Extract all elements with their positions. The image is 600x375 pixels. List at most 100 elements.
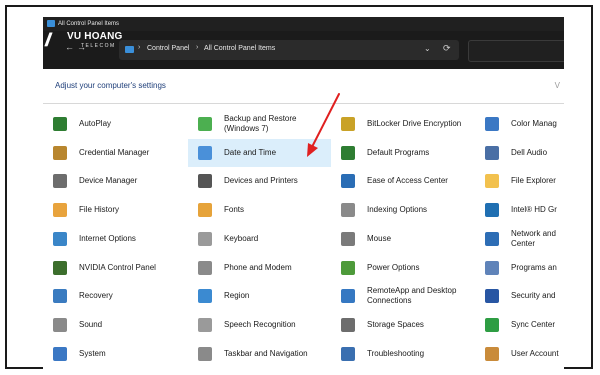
control-panel-item[interactable]: Speech Recognition [188, 311, 331, 339]
control-panel-item[interactable]: Default Programs [331, 139, 475, 167]
control-panel-item[interactable]: Network and Center [475, 225, 564, 253]
control-panel-item[interactable]: Programs an [475, 254, 564, 282]
control-panel-item-label: User Account [511, 348, 559, 358]
breadcrumb-all-items[interactable]: All Control Panel Items [204, 45, 275, 52]
control-panel-item[interactable]: Ease of Access Center [331, 167, 475, 195]
divider [43, 103, 564, 104]
color-management-icon [485, 117, 499, 131]
mouse-icon [341, 231, 355, 246]
watermark-name: VU HOANG [67, 31, 123, 42]
control-panel-item[interactable]: NVIDIA Control Panel [43, 254, 188, 282]
chevron-down-icon[interactable]: ⌄ [424, 44, 431, 53]
control-panel-item[interactable]: Region [188, 282, 331, 310]
control-panel-item-label: Color Manag [511, 119, 557, 128]
refresh-icon[interactable]: ⟳ [443, 43, 451, 54]
control-panel-item[interactable]: Device Manager [43, 167, 188, 195]
intel-graphics-icon [485, 203, 499, 218]
control-panel-item-label: Sound [79, 319, 103, 329]
control-panel-item[interactable]: Sync Center [475, 311, 564, 339]
control-panel-item[interactable]: Dell Audio [475, 139, 564, 167]
control-panel-item-label: Intel® HD Gr [511, 205, 557, 215]
screenshot-frame: All Control Panel Items ← → › Control Pa… [5, 5, 593, 371]
control-panel-item[interactable]: Troubleshooting [331, 340, 475, 368]
control-panel-item-label: Fonts [224, 205, 245, 215]
control-panel-item-label: Taskbar and Navigation [224, 348, 308, 358]
control-panel-item-label: Date and Time [224, 147, 277, 157]
control-panel-item-label: Power Options [367, 262, 420, 272]
control-panel-item[interactable]: Date and Time [188, 138, 331, 167]
control-panel-item-label: Devices and Printers [224, 176, 298, 186]
control-panel-item-label: Troubleshooting [367, 348, 425, 358]
control-panel-item[interactable]: Security and [475, 282, 564, 310]
default-programs-icon [341, 145, 355, 160]
control-panel-item[interactable]: Storage Spaces [331, 311, 475, 339]
control-panel-item-label: Backup and Restore (Windows 7) [224, 114, 297, 133]
device-manager-icon [53, 174, 67, 189]
watermark-sub: TELECOM [81, 43, 116, 49]
control-panel-item[interactable]: Recovery [43, 282, 188, 310]
control-panel-item-label: Internet Options [79, 233, 136, 243]
ease-of-access-icon [341, 174, 355, 189]
control-panel-item[interactable]: Backup and Restore (Windows 7) [188, 110, 331, 138]
file-history-icon [53, 203, 67, 218]
control-panel-item[interactable]: Phone and Modem [188, 254, 331, 282]
key-icon [341, 117, 355, 131]
control-panel-item[interactable]: System [43, 340, 188, 368]
control-panel-item[interactable]: Indexing Options [331, 196, 475, 224]
recovery-icon [53, 289, 67, 304]
region-icon [198, 289, 212, 304]
control-panel-item[interactable]: Sound [43, 311, 188, 339]
audio-icon [485, 145, 499, 160]
control-panel-item[interactable]: Fonts [188, 196, 331, 224]
programs-icon [485, 260, 499, 275]
control-panel-item[interactable]: File History [43, 196, 188, 224]
keyboard-icon [198, 231, 212, 246]
control-panel-item[interactable]: Color Manag [475, 110, 564, 138]
control-panel-item-label: Sync Center [511, 319, 556, 329]
address-field[interactable]: › Control Panel › All Control Panel Item… [119, 40, 459, 60]
power-icon [341, 260, 355, 275]
control-panel-item[interactable]: Mouse [331, 225, 475, 253]
nvidia-icon [53, 260, 67, 275]
control-panel-item-label: Phone and Modem [224, 262, 292, 272]
control-panel-item-label: Storage Spaces [367, 319, 424, 329]
flag-icon [485, 289, 499, 304]
network-icon [485, 231, 499, 246]
control-panel-item[interactable]: File Explorer [475, 167, 564, 195]
microphone-icon [198, 317, 212, 332]
control-panel-item-label: File Explorer [511, 176, 556, 186]
speaker-icon [53, 317, 67, 332]
control-panel-item-label: Ease of Access Center [367, 176, 448, 186]
printer-icon [198, 174, 212, 189]
control-panel-item[interactable]: Internet Options [43, 225, 188, 253]
control-panel-window: All Control Panel Items ← → › Control Pa… [43, 17, 564, 371]
control-panel-item-label: Device Manager [79, 176, 138, 186]
control-panel-item[interactable]: RemoteApp and Desktop Connections [331, 282, 475, 310]
control-panel-item-label: Speech Recognition [224, 319, 296, 329]
breadcrumb-separator-icon: › [196, 44, 199, 51]
control-panel-item-label: Keyboard [224, 233, 259, 243]
control-panel-item[interactable]: Power Options [331, 254, 475, 282]
view-by-label[interactable]: V [555, 81, 560, 90]
control-panel-item-label: Region [224, 291, 250, 301]
control-panel-item[interactable]: Intel® HD Gr [475, 196, 564, 224]
control-panel-item[interactable]: AutoPlay [43, 110, 188, 138]
control-panel-item-label: Dell Audio [511, 147, 548, 157]
control-panel-item-label: BitLocker Drive Encryption [367, 119, 462, 128]
breadcrumb-control-panel[interactable]: Control Panel [147, 45, 189, 52]
content-area: Adjust your computer's settings V AutoPl… [43, 69, 564, 371]
control-panel-item-label: Programs an [511, 262, 557, 272]
control-panel-item[interactable]: User Account [475, 340, 564, 368]
control-panel-item-label: Security and [511, 291, 556, 301]
control-panel-item-label: AutoPlay [79, 119, 112, 128]
sync-icon [485, 317, 499, 332]
control-panel-item-label: Network and Center [511, 228, 556, 248]
control-panel-item[interactable]: Keyboard [188, 225, 331, 253]
control-panel-item[interactable]: Taskbar and Navigation [188, 340, 331, 368]
control-panel-item[interactable]: BitLocker Drive Encryption [331, 110, 475, 138]
clock-icon [198, 145, 212, 160]
control-panel-item[interactable]: Devices and Printers [188, 167, 331, 195]
troubleshooting-icon [341, 346, 355, 361]
search-input[interactable] [468, 40, 564, 62]
control-panel-item[interactable]: Credential Manager [43, 139, 188, 167]
